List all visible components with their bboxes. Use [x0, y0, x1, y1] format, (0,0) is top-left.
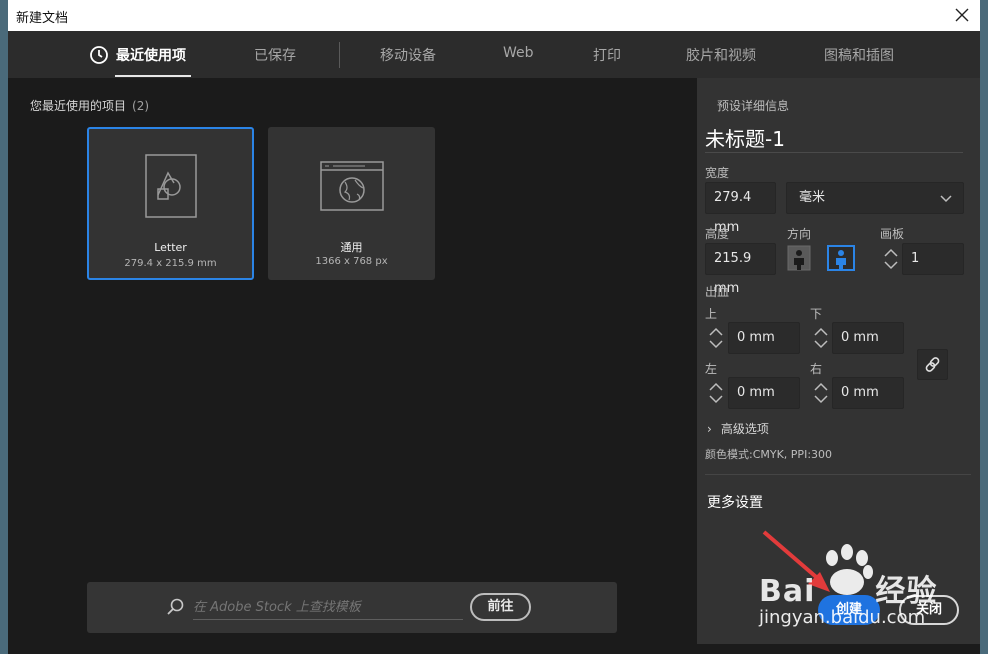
- bleed-left-label: 左: [705, 362, 718, 376]
- preset-size: 279.4 x 215.9 mm: [124, 258, 217, 269]
- bleed-right-stepper-icon[interactable]: [811, 378, 831, 408]
- tab-mobile[interactable]: 移动设备: [380, 45, 436, 65]
- bleed-label: 出血: [705, 285, 730, 299]
- clock-icon: [90, 46, 108, 64]
- unit-select[interactable]: 毫米: [786, 182, 964, 214]
- chevron-down-icon: [940, 195, 952, 203]
- bleed-left-field[interactable]: 0 mm: [728, 377, 800, 409]
- unit-value: 毫米: [799, 190, 826, 205]
- bleed-top-label: 上: [705, 307, 718, 321]
- window-title: 新建文档: [16, 11, 69, 26]
- close-icon[interactable]: [950, 3, 974, 27]
- preset-name: 通用: [340, 241, 363, 254]
- stock-search-bar: 前往: [87, 582, 617, 633]
- section-divider: [705, 474, 971, 475]
- artboards-label: 画板: [880, 227, 905, 241]
- bleed-bottom-stepper-icon[interactable]: [811, 323, 831, 353]
- width-label: 宽度: [705, 166, 730, 180]
- preset-section-label: 预设详细信息: [717, 99, 790, 113]
- bleed-bottom-field[interactable]: 0 mm: [832, 322, 904, 354]
- category-tabs: 最近使用项 已保存 移动设备 Web 打印 胶片和视频 图稿和插图: [8, 31, 980, 78]
- title-underline: [705, 152, 963, 153]
- document-name[interactable]: 未标题-1: [705, 123, 785, 152]
- search-icon: [167, 598, 184, 615]
- link-icon: [925, 357, 940, 372]
- preset-details-panel: 预设详细信息 未标题-1 宽度 279.4 mm 毫米 高度 215.9 mm …: [697, 78, 980, 644]
- tab-divider: [339, 42, 340, 68]
- recent-count: (2): [132, 99, 150, 113]
- tab-recent[interactable]: 最近使用项: [116, 45, 186, 65]
- tab-web[interactable]: Web: [503, 45, 534, 61]
- tab-film-video[interactable]: 胶片和视频: [686, 45, 756, 65]
- preset-card-general[interactable]: 通用 1366 x 768 px: [268, 127, 435, 280]
- bleed-top-stepper-icon[interactable]: [706, 323, 726, 353]
- stock-search-input[interactable]: [193, 596, 463, 620]
- new-document-dialog: 新建文档 最近使用项 已保存 移动设备 Web 打印 胶片和视频 图稿和插图 您…: [8, 0, 980, 654]
- web-globe-icon: [320, 161, 384, 211]
- go-button[interactable]: 前往: [470, 593, 531, 621]
- baidu-watermark: Bai 经验: [759, 566, 937, 610]
- landscape-orientation-icon[interactable]: [827, 245, 855, 271]
- bleed-right-label: 右: [810, 362, 823, 376]
- active-tab-indicator: [115, 75, 191, 77]
- chevron-right-icon: ›: [707, 422, 712, 436]
- watermark-brand-left: Bai: [759, 574, 816, 609]
- tab-art-illustration[interactable]: 图稿和插图: [824, 45, 894, 65]
- bleed-left-stepper-icon[interactable]: [706, 378, 726, 408]
- orientation-label: 方向: [787, 227, 812, 241]
- artboards-stepper-icon[interactable]: [881, 244, 901, 274]
- bleed-right-field[interactable]: 0 mm: [832, 377, 904, 409]
- link-bleed-button[interactable]: [917, 349, 948, 380]
- portrait-orientation-icon[interactable]: [787, 245, 811, 271]
- preset-name: Letter: [154, 241, 187, 254]
- recent-panel: 您最近使用的项目 (2) Letter 279.4 x 215.9 mm 通用 1…: [8, 78, 696, 654]
- recent-heading: 您最近使用的项目 (2): [30, 97, 149, 114]
- tab-saved[interactable]: 已保存: [254, 45, 296, 65]
- recent-label: 您最近使用的项目: [30, 99, 127, 113]
- watermark-brand-right: 经验: [875, 574, 938, 609]
- advanced-options-toggle[interactable]: › 高级选项: [707, 420, 769, 437]
- height-field[interactable]: 215.9 mm: [705, 243, 776, 296]
- watermark-url: jingyan.baidu.com: [759, 607, 926, 628]
- title-bar: 新建文档: [8, 0, 980, 31]
- bleed-top-field[interactable]: 0 mm: [728, 322, 800, 354]
- bleed-bottom-label: 下: [810, 307, 823, 321]
- more-settings-link[interactable]: 更多设置: [707, 492, 763, 512]
- color-mode-text: 颜色模式:CMYK, PPI:300: [705, 448, 833, 461]
- height-label: 高度: [705, 227, 730, 241]
- artboards-field[interactable]: 1: [902, 243, 964, 275]
- preset-size: 1366 x 768 px: [315, 256, 388, 267]
- preset-card-letter[interactable]: Letter 279.4 x 215.9 mm: [87, 127, 254, 280]
- tab-print[interactable]: 打印: [593, 45, 621, 65]
- width-field[interactable]: 279.4 mm: [705, 182, 776, 235]
- shapes-document-icon: [145, 154, 197, 218]
- advanced-options-label: 高级选项: [720, 422, 769, 436]
